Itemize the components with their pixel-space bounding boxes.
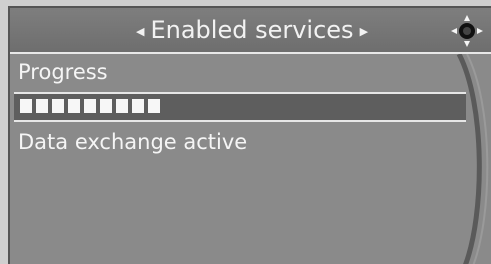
progress-block (132, 99, 144, 113)
right-arrow-icon[interactable]: ▶ (360, 25, 368, 38)
progress-block (100, 99, 112, 113)
progress-block (68, 99, 80, 113)
progress-block (84, 99, 96, 113)
left-arrow-icon[interactable]: ◀ (136, 25, 144, 38)
screen: ◀ Enabled services ▶ Progress Data exchang… (0, 0, 491, 264)
progress-bar (14, 92, 466, 122)
controller-icon (451, 15, 483, 47)
progress-block (116, 99, 128, 113)
scroll-curve (456, 54, 489, 264)
content-area: Progress Data exchange active (10, 54, 491, 264)
progress-block (20, 99, 32, 113)
progress-blocks (20, 99, 160, 113)
page-title-text: Enabled services (150, 16, 354, 44)
progress-block (148, 99, 160, 113)
progress-block (52, 99, 64, 113)
main-panel: ◀ Enabled services ▶ Progress Data exchang… (8, 6, 491, 264)
progress-block (36, 99, 48, 113)
page-title[interactable]: ◀ Enabled services ▶ (130, 16, 370, 44)
title-bar: ◀ Enabled services ▶ (10, 8, 491, 54)
progress-label: Progress (18, 60, 108, 84)
status-text: Data exchange active (18, 130, 248, 154)
